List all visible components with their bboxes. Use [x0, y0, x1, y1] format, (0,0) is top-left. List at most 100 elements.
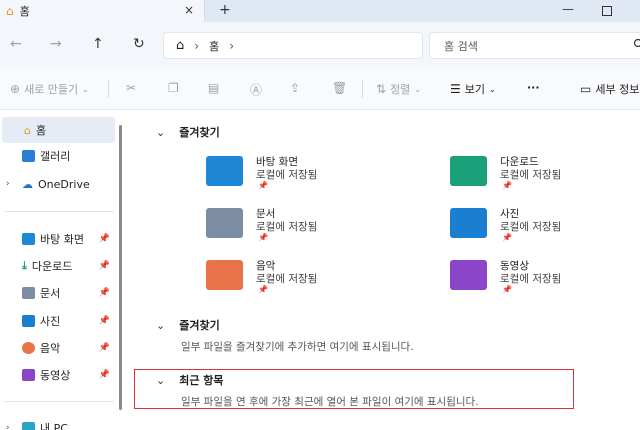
- folder-location: 로컬에 저장됨: [256, 273, 318, 285]
- forward-button[interactable]: →: [50, 36, 62, 52]
- search-input[interactable]: 홈 검색: [429, 32, 640, 59]
- share-icon[interactable]: ⇪: [290, 81, 300, 95]
- desktop-folder-icon: [206, 156, 243, 186]
- pin-icon: 📌: [502, 233, 512, 242]
- folder-location: 로컬에 저장됨: [500, 273, 562, 285]
- view-icon: ☰: [450, 82, 461, 96]
- toolbar-divider: [108, 80, 109, 98]
- folder-location: 로컬에 저장됨: [500, 221, 562, 233]
- chevron-right-icon[interactable]: ›: [6, 179, 10, 189]
- sidebar-item-desktop[interactable]: 바탕 화면 📌: [0, 226, 118, 252]
- details-pane-icon: ▭: [580, 82, 592, 96]
- pictures-icon: [22, 315, 35, 327]
- search-icon: [633, 38, 640, 48]
- details-label: 세부 정보: [595, 83, 640, 96]
- sidebar-item-this-pc[interactable]: › 내 PC: [0, 415, 118, 430]
- home-icon: ⌂: [24, 123, 31, 137]
- favorites-files-section-header[interactable]: ⌄ 즐겨찾기: [156, 317, 220, 333]
- folder-downloads[interactable]: 다운로드 로컬에 저장됨 📌: [450, 154, 640, 198]
- recent-section-header[interactable]: ⌄ 최근 항목: [156, 372, 224, 388]
- rename-icon[interactable]: Ⓐ: [250, 81, 262, 98]
- documents-folder-icon: [206, 208, 243, 238]
- pin-icon: 📌: [98, 370, 110, 380]
- sidebar-item-gallery[interactable]: 갤러리: [0, 143, 118, 169]
- sidebar-item-home[interactable]: ⌂ 홈: [2, 117, 115, 143]
- close-tab-icon[interactable]: ×: [184, 3, 194, 17]
- maximize-button[interactable]: [602, 6, 612, 16]
- tab-home[interactable]: ⌂ 홈 ×: [0, 0, 205, 22]
- sidebar-divider: [4, 211, 114, 212]
- pin-icon: 📌: [98, 234, 110, 244]
- folder-location: 로컬에 저장됨: [256, 221, 318, 233]
- chevron-down-icon: ⌄: [489, 84, 496, 94]
- view-button[interactable]: ☰ 보기 ⌄: [450, 81, 496, 97]
- documents-icon: [22, 287, 35, 299]
- toolbar-divider: [362, 80, 363, 98]
- sidebar-item-onedrive[interactable]: › ☁ OneDrive: [0, 171, 118, 197]
- favorites-section-header[interactable]: ⌄ 즐겨찾기: [156, 124, 220, 140]
- sidebar-item-label: 음악: [40, 342, 61, 355]
- downloads-folder-icon: [450, 156, 487, 186]
- more-options-button[interactable]: ···: [527, 81, 540, 94]
- chevron-down-icon[interactable]: ⌄: [156, 126, 165, 139]
- chevron-right-icon[interactable]: ›: [6, 423, 10, 430]
- pin-icon: 📌: [258, 233, 268, 242]
- sort-button[interactable]: ⇅ 정렬 ⌄: [376, 81, 421, 97]
- sidebar-item-documents[interactable]: 문서 📌: [0, 280, 118, 306]
- sidebar-divider: [4, 401, 114, 402]
- favorites-empty-message: 일부 파일을 즐겨찾기에 추가하면 여기에 표시됩니다.: [181, 341, 414, 353]
- folder-location: 로컬에 저장됨: [256, 169, 318, 181]
- up-button[interactable]: ↑: [92, 36, 104, 52]
- music-folder-icon: [206, 260, 243, 290]
- folder-videos[interactable]: 동영상 로컬에 저장됨 📌: [450, 258, 640, 302]
- sidebar-item-label: 문서: [40, 287, 61, 300]
- sidebar-item-downloads[interactable]: ⤓ 다운로드 📌: [0, 253, 118, 279]
- chevron-right-icon[interactable]: ›: [229, 39, 234, 53]
- sidebar-item-label: 갤러리: [40, 150, 71, 163]
- pin-icon: 📌: [98, 343, 110, 353]
- sidebar-scrollbar[interactable]: [119, 125, 122, 410]
- new-label: 새로 만들기: [24, 83, 79, 96]
- cloud-icon: ☁: [22, 177, 33, 191]
- folder-music[interactable]: 음악 로컬에 저장됨 📌: [206, 258, 426, 302]
- sidebar-item-videos[interactable]: 동영상 📌: [0, 362, 118, 388]
- delete-icon[interactable]: 🗑: [332, 81, 347, 95]
- details-button[interactable]: ▭ 세부 정보: [580, 81, 639, 97]
- new-tab-button[interactable]: +: [219, 2, 231, 18]
- chevron-down-icon: ⌄: [414, 84, 422, 94]
- pictures-folder-icon: [450, 208, 487, 238]
- folder-documents[interactable]: 문서 로컬에 저장됨 📌: [206, 206, 426, 250]
- pin-icon: 📌: [502, 181, 512, 190]
- gallery-icon: [22, 150, 35, 162]
- chevron-down-icon[interactable]: ⌄: [156, 374, 165, 387]
- chevron-down-icon: ⌄: [82, 84, 89, 94]
- section-title: 즐겨찾기: [179, 126, 220, 139]
- refresh-button[interactable]: ↻: [133, 36, 145, 52]
- sidebar-item-label: OneDrive: [38, 177, 90, 191]
- address-bar[interactable]: ⌂ › 홈 ›: [163, 32, 423, 59]
- section-title: 최근 항목: [179, 374, 224, 387]
- folder-pictures[interactable]: 사진 로컬에 저장됨 📌: [450, 206, 640, 250]
- sidebar-item-pictures[interactable]: 사진 📌: [0, 308, 118, 334]
- computer-icon: [22, 422, 35, 430]
- recent-empty-message: 일부 파일을 연 후에 가장 최근에 열어 본 파일이 여기에 표시됩니다.: [181, 396, 479, 408]
- breadcrumb-home[interactable]: 홈: [209, 38, 219, 54]
- sidebar-item-label: 사진: [40, 315, 61, 328]
- minimize-button[interactable]: —: [562, 2, 574, 16]
- sidebar-item-music[interactable]: 음악 📌: [0, 335, 118, 361]
- copy-icon[interactable]: ❐: [168, 81, 179, 95]
- sidebar-item-label: 동영상: [40, 369, 71, 382]
- sidebar-item-label: 내 PC: [40, 422, 68, 430]
- cut-icon[interactable]: ✂: [126, 81, 136, 95]
- section-title: 즐겨찾기: [179, 319, 220, 332]
- sidebar-item-label: 다운로드: [31, 260, 73, 273]
- search-placeholder: 홈 검색: [444, 39, 478, 53]
- back-button[interactable]: ←: [10, 36, 22, 52]
- chevron-down-icon[interactable]: ⌄: [156, 319, 165, 332]
- content-pane: ⌄ 즐겨찾기 바탕 화면 로컬에 저장됨 📌 다운로드 로컬에 저장됨 📌 문서…: [124, 110, 640, 430]
- new-button[interactable]: ⊕ 새로 만들기 ⌄: [10, 81, 89, 97]
- sort-label: 정렬: [390, 83, 411, 96]
- folder-location: 로컬에 저장됨: [500, 169, 562, 181]
- folder-desktop[interactable]: 바탕 화면 로컬에 저장됨 📌: [206, 154, 426, 198]
- paste-icon[interactable]: ▤: [208, 81, 219, 95]
